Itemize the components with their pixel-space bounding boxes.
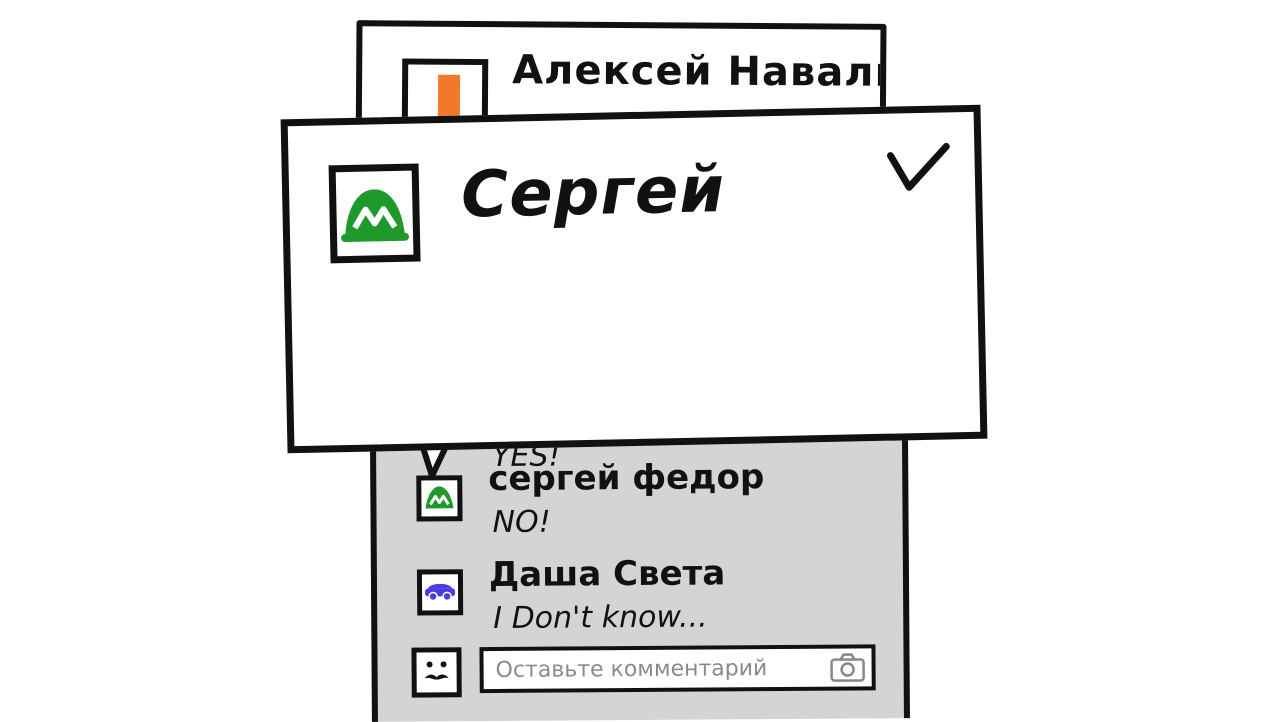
- check-icon[interactable]: [886, 142, 951, 193]
- comment-text: NO!: [492, 504, 551, 541]
- green-mountain-avatar-icon: [425, 486, 454, 509]
- comment-avatar-sergey[interactable]: [416, 475, 463, 522]
- comment-input-row: [411, 644, 881, 699]
- profile-popup: Сергей: [280, 104, 988, 454]
- comment-author[interactable]: сергей федор: [488, 457, 764, 499]
- mustache-face-icon: [424, 661, 449, 680]
- popup-avatar: [328, 163, 421, 264]
- post-author-name[interactable]: Алексей Навальный: [512, 47, 886, 96]
- camera-icon[interactable]: [829, 652, 865, 682]
- comment-text: I Don't know...: [493, 599, 708, 637]
- comment-avatar-dasha[interactable]: [416, 569, 464, 616]
- popup-user-name: Сергей: [460, 153, 726, 233]
- comment-author[interactable]: Даша Света: [489, 553, 726, 595]
- green-mountain-avatar-icon: [341, 189, 410, 243]
- blue-car-avatar-icon: [425, 583, 456, 602]
- current-user-avatar[interactable]: [411, 647, 462, 698]
- comment-input[interactable]: [479, 644, 876, 694]
